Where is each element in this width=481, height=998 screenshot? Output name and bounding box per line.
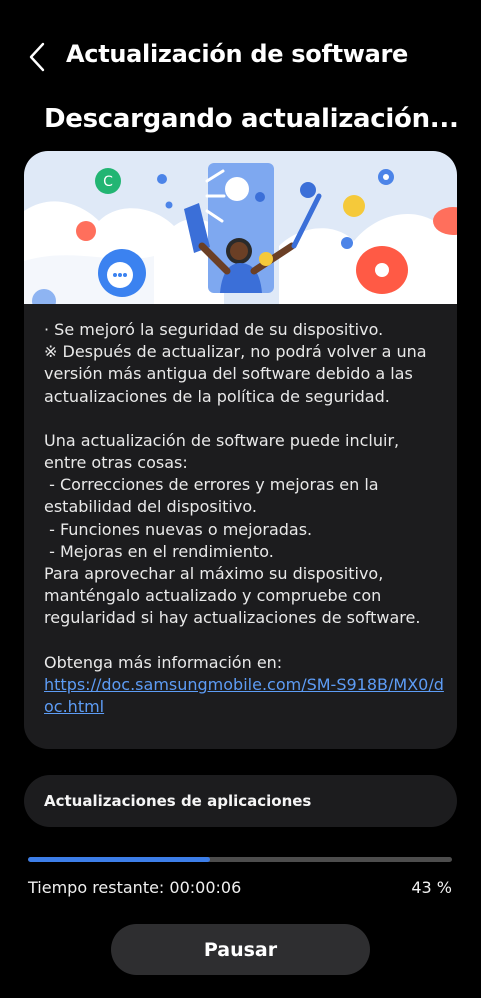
progress-percent: 43 %: [411, 878, 452, 897]
download-progress-bar: [28, 857, 452, 862]
list-item: - Correcciones de errores y mejoras en l…: [44, 475, 384, 517]
update-advice: Para aprovechar al máximo su dispositivo…: [44, 564, 421, 628]
chevron-left-icon[interactable]: [26, 40, 50, 74]
app-updates-section[interactable]: Actualizaciones de aplicaciones: [24, 775, 457, 827]
download-progress-fill: [28, 857, 211, 862]
software-update-illustration: C: [24, 151, 457, 304]
page-title: Actualización de software: [66, 40, 409, 68]
list-item: - Funciones nuevas o mejoradas.: [44, 519, 313, 539]
top-bar: Actualización de software: [0, 30, 481, 82]
more-info-link[interactable]: https://doc.samsungmobile.com/SM-S918B/M…: [44, 675, 444, 716]
svg-text:C: C: [103, 174, 113, 190]
update-details-card: C · Se mejoró la seguridad de su disposi…: [24, 151, 457, 749]
app-updates-label: Actualizaciones de aplicaciones: [44, 792, 312, 810]
pause-button[interactable]: Pausar: [111, 924, 370, 975]
security-note: · Se mejoró la seguridad de su dispositi…: [44, 320, 384, 339]
release-notes: · Se mejoró la seguridad de su dispositi…: [44, 319, 444, 718]
download-status-heading: Descargando actualización...: [44, 104, 459, 134]
downgrade-warning: ※ Después de actualizar, no podrá volver…: [44, 342, 432, 406]
notes-intro: Una actualización de software puede incl…: [44, 430, 405, 473]
list-item: - Mejoras en el rendimiento.: [44, 541, 274, 561]
more-info-label: Obtenga más información en:: [44, 652, 283, 672]
time-remaining: Tiempo restante: 00:00:06: [28, 878, 242, 897]
